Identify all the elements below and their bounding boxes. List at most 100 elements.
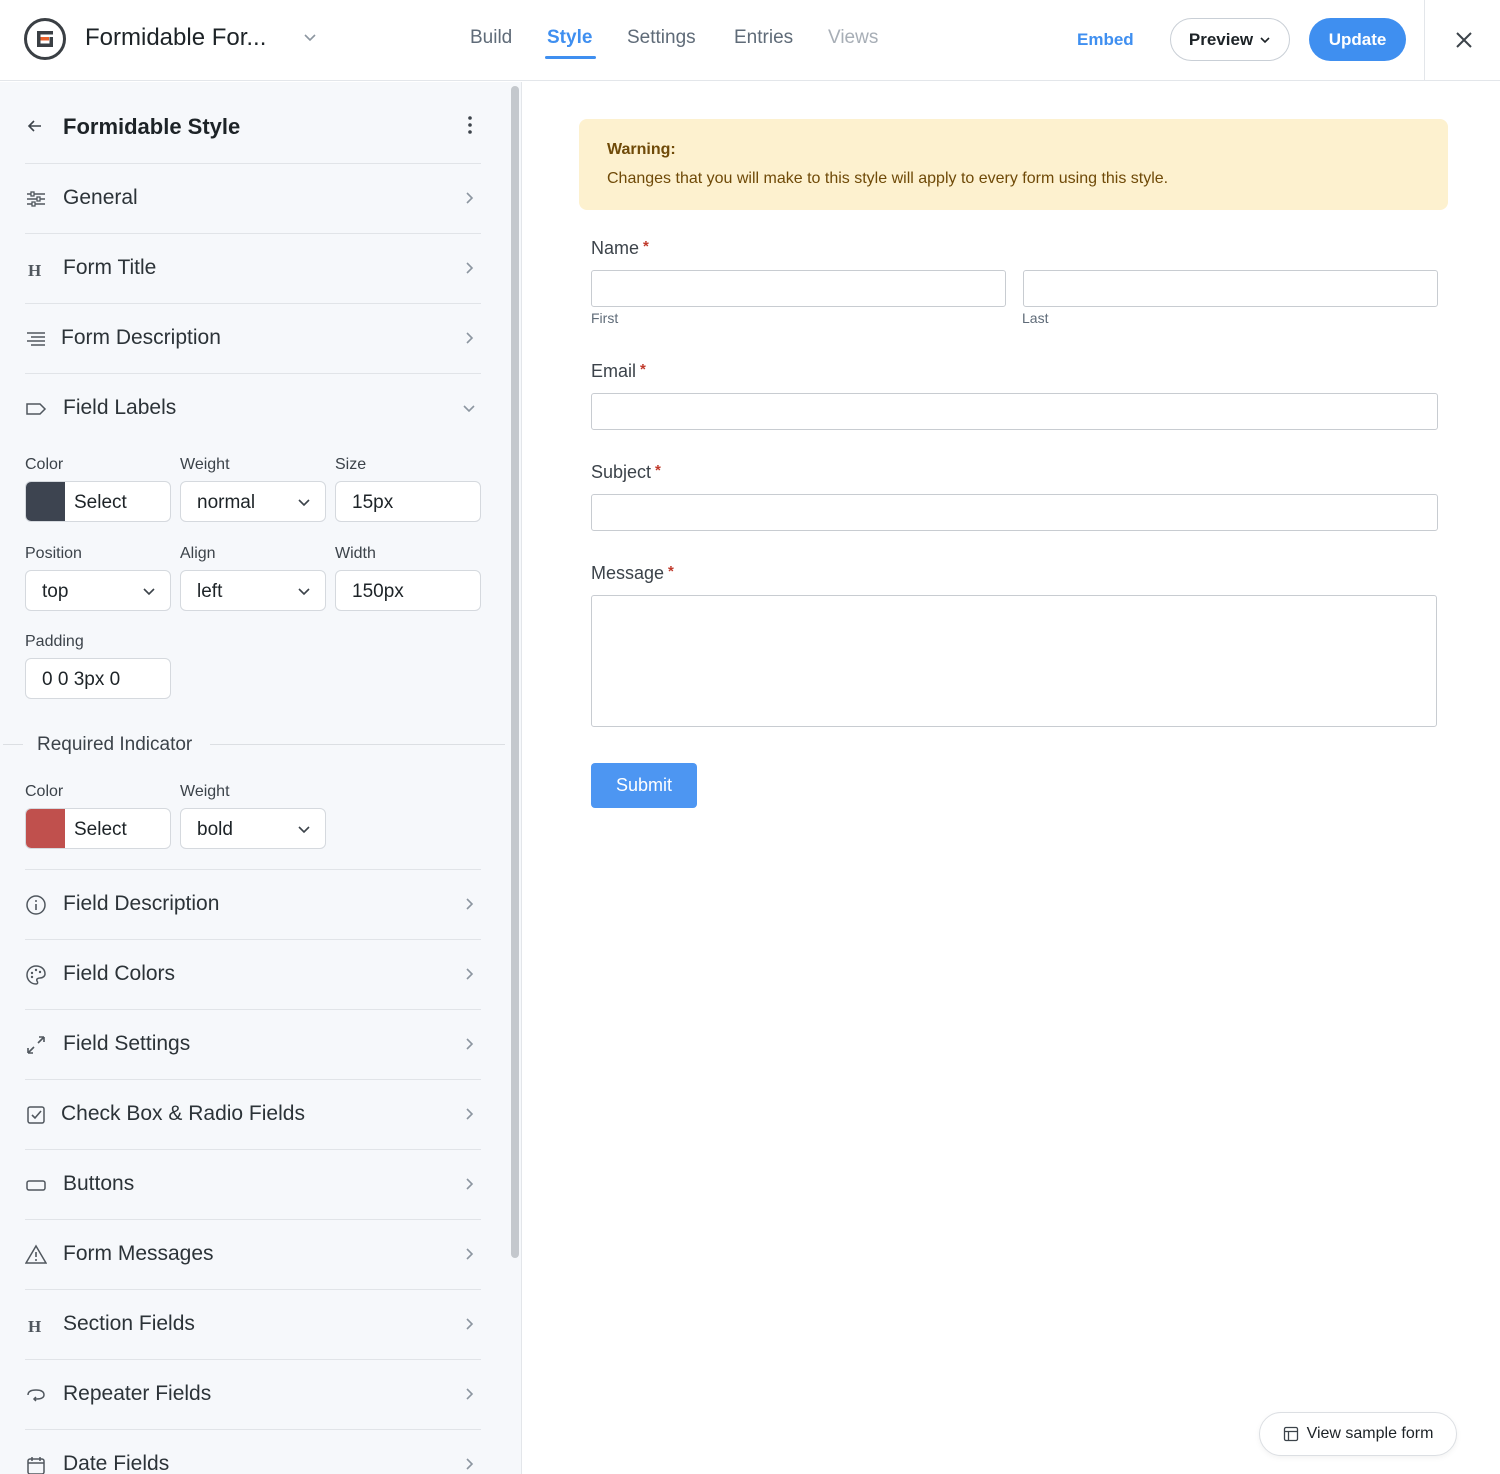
view-sample-form-button[interactable]: View sample form — [1259, 1412, 1457, 1456]
section-label: General — [63, 186, 138, 209]
label-weight-select[interactable]: normal — [180, 481, 326, 522]
submit-button[interactable]: Submit — [591, 763, 697, 808]
color-select-text: Select — [74, 819, 127, 840]
required-color-picker[interactable]: Select — [25, 808, 171, 849]
email-field-label: Email * — [591, 361, 646, 382]
section-field-settings[interactable]: Field Settings — [25, 1009, 481, 1079]
section-label: Form Title — [63, 256, 157, 279]
section-label: Section Fields — [63, 1312, 195, 1335]
align-label: Align — [180, 545, 216, 562]
first-name-input[interactable] — [591, 270, 1006, 307]
section-field-colors[interactable]: Field Colors — [25, 939, 481, 1009]
repeat-icon — [27, 1389, 45, 1402]
sidebar-scrollbar[interactable] — [511, 86, 519, 1258]
required-mark: * — [643, 238, 649, 255]
color-swatch[interactable] — [26, 482, 65, 521]
section-form-messages[interactable]: Form Messages — [25, 1219, 481, 1289]
sliders-icon — [27, 191, 45, 207]
section-field-description[interactable]: Field Description — [25, 869, 481, 939]
chevron-down-icon — [298, 588, 310, 596]
width-label: Width — [335, 545, 376, 562]
email-input[interactable] — [591, 393, 1438, 430]
palette-icon — [26, 965, 46, 985]
sidebar-header: Formidable Style — [0, 82, 505, 164]
divider — [3, 744, 23, 745]
chevron-down-icon — [463, 405, 475, 413]
update-button[interactable]: Update — [1309, 18, 1406, 61]
weight-label: Weight — [180, 783, 230, 800]
tab-build[interactable]: Build — [470, 27, 512, 49]
label-width-input[interactable]: 150px — [335, 570, 481, 611]
align-right-icon — [27, 332, 45, 346]
chevron-right-icon — [466, 898, 474, 910]
label-size-input[interactable]: 15px — [335, 481, 481, 522]
select-value: left — [197, 581, 223, 602]
message-textarea[interactable] — [591, 595, 1437, 727]
label-position-select[interactable]: top — [25, 570, 171, 611]
label-align-select[interactable]: left — [180, 570, 326, 611]
section-form-description[interactable]: Form Description — [25, 303, 481, 373]
color-select-text: Select — [74, 492, 127, 513]
chevron-right-icon — [466, 1108, 474, 1120]
warning-icon — [25, 1244, 47, 1264]
tab-settings[interactable]: Settings — [627, 27, 696, 49]
select-value: normal — [197, 492, 256, 513]
button-icon — [26, 1180, 46, 1191]
heading-icon: H — [28, 1317, 41, 1336]
subject-input[interactable] — [591, 494, 1438, 531]
required-mark: * — [668, 563, 674, 580]
tab-views[interactable]: Views — [828, 27, 878, 49]
tab-entries[interactable]: Entries — [734, 27, 793, 49]
chevron-down-icon[interactable] — [301, 28, 319, 46]
calendar-icon — [27, 1457, 45, 1474]
size-label: Size — [335, 456, 367, 473]
label-color-picker[interactable]: Select — [25, 481, 171, 522]
color-label: Color — [25, 783, 64, 800]
section-label: Buttons — [63, 1172, 135, 1195]
section-repeater-fields[interactable]: Repeater Fields — [25, 1359, 481, 1429]
section-date-fields[interactable]: Date Fields — [25, 1429, 481, 1474]
chevron-down-icon — [143, 588, 155, 596]
label-padding-input[interactable]: 0 0 3px 0 — [25, 658, 171, 699]
warning-text: Changes that you will make to this style… — [607, 170, 1169, 187]
last-name-input[interactable] — [1023, 270, 1438, 307]
style-sidebar: Formidable Style General H Form Title Fo… — [0, 82, 522, 1474]
input-value: 0 0 3px 0 — [42, 669, 121, 690]
heading-icon: H — [28, 261, 41, 280]
svg-text:H: H — [28, 1317, 41, 1336]
embed-button[interactable]: Embed — [1077, 30, 1134, 50]
section-form-title[interactable]: H Form Title — [25, 233, 481, 303]
section-section-fields[interactable]: H Section Fields — [25, 1289, 481, 1359]
section-label: Repeater Fields — [63, 1382, 212, 1405]
section-field-labels[interactable]: Field Labels — [25, 373, 481, 443]
field-label-text: Message — [591, 563, 665, 583]
required-mark: * — [640, 361, 646, 378]
layout-icon — [1283, 1426, 1298, 1442]
section-label: Field Description — [63, 892, 220, 915]
section-label: Field Settings — [63, 1032, 191, 1055]
form-name[interactable]: Formidable For... — [85, 24, 266, 52]
color-swatch[interactable] — [26, 809, 65, 848]
color-label: Color — [25, 456, 64, 473]
section-checkbox-radio[interactable]: Check Box & Radio Fields — [25, 1079, 481, 1149]
arrow-left-icon[interactable] — [25, 116, 45, 136]
section-label: Date Fields — [63, 1452, 170, 1474]
input-value: 15px — [352, 492, 394, 513]
svg-text:H: H — [28, 261, 41, 280]
formidable-logo-icon[interactable] — [24, 18, 66, 60]
top-bar: Formidable For... Build Style Settings E… — [0, 0, 1500, 81]
section-buttons[interactable]: Buttons — [25, 1149, 481, 1219]
chevron-right-icon — [466, 1458, 474, 1470]
section-general[interactable]: General — [25, 163, 481, 233]
tab-style[interactable]: Style — [547, 27, 592, 49]
section-label: Check Box & Radio Fields — [61, 1102, 305, 1125]
expand-icon — [27, 1036, 45, 1054]
chevron-down-icon — [298, 499, 310, 507]
chevron-right-icon — [466, 1388, 474, 1400]
more-vertical-icon[interactable] — [462, 114, 478, 136]
close-icon[interactable] — [1452, 28, 1476, 52]
required-indicator-title: Required Indicator — [37, 734, 193, 755]
preview-button[interactable]: Preview — [1170, 18, 1290, 61]
section-label: Form Messages — [63, 1242, 214, 1265]
required-weight-select[interactable]: bold — [180, 808, 326, 849]
